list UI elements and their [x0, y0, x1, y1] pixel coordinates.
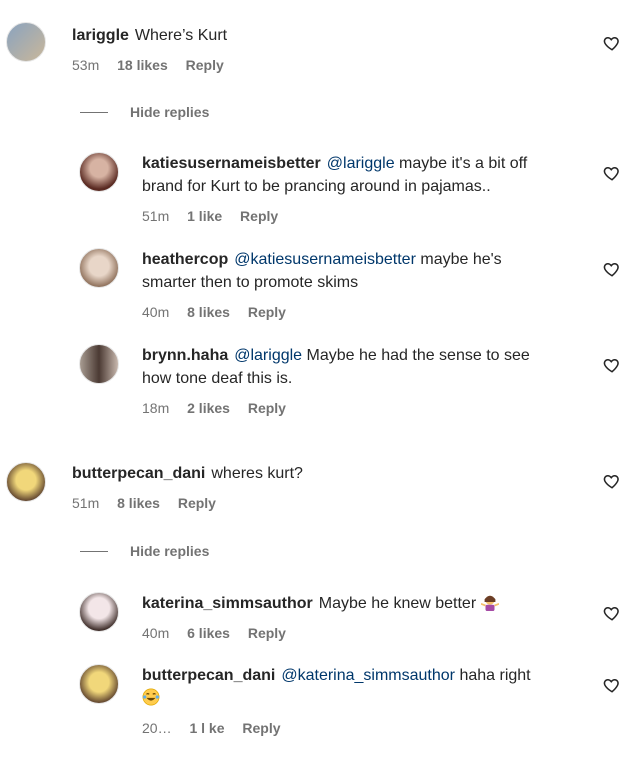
reply-username[interactable]: katiesusernameisbetter	[142, 155, 321, 172]
avatar[interactable]	[6, 462, 46, 502]
reply-text: how tone deaf this is.	[142, 370, 293, 387]
reply-meta: 18m 2 likes Reply	[142, 400, 530, 416]
heart-icon[interactable]	[603, 356, 621, 374]
reply-meta: 40m 8 likes Reply	[142, 304, 502, 320]
reply-text: maybe it's a bit off	[399, 155, 528, 172]
mention-link[interactable]: @lariggle	[327, 155, 395, 172]
comment-text: wheres kurt?	[211, 465, 303, 482]
woman-shrugging-emoji	[480, 595, 499, 611]
comment-meta: 51m 8 likes Reply	[72, 495, 303, 511]
reply-meta: 40m 6 likes Reply	[142, 625, 499, 641]
avatar[interactable]	[79, 248, 119, 288]
like-count[interactable]: 6 likes	[187, 625, 230, 641]
like-count[interactable]: 8 likes	[187, 304, 230, 320]
comment-username[interactable]: butterpecan_dani	[72, 465, 205, 482]
reply-meta: 20… 1 l ke Reply	[142, 720, 531, 736]
comment-meta: 53m 18 likes Reply	[72, 57, 238, 73]
mention-link[interactable]: @lariggle	[234, 347, 302, 364]
heart-icon[interactable]	[603, 34, 621, 52]
divider-line	[80, 111, 108, 113]
reply-button[interactable]: Reply	[178, 495, 216, 511]
laughing-tears-emoji	[142, 688, 160, 706]
reply-text: brand for Kurt to be prancing around in …	[142, 178, 491, 195]
reply-text: maybe he's	[420, 251, 502, 268]
reply-button[interactable]: Reply	[240, 208, 278, 224]
avatar[interactable]	[6, 22, 46, 62]
comment-time: 51m	[72, 495, 100, 511]
reply-username[interactable]: brynn.haha	[142, 347, 228, 364]
reply-time: 40m	[142, 625, 170, 641]
hide-replies-button[interactable]: Hide replies	[80, 543, 209, 559]
comment-username[interactable]: lariggle	[72, 27, 129, 44]
like-count[interactable]: 8 likes	[117, 495, 160, 511]
reply-button[interactable]: Reply	[186, 57, 224, 73]
reply-time: 18m	[142, 400, 170, 416]
avatar[interactable]	[79, 592, 119, 632]
avatar[interactable]	[79, 152, 119, 192]
reply-text: haha right	[459, 667, 531, 684]
heart-icon[interactable]	[603, 260, 621, 278]
heart-icon[interactable]	[603, 472, 621, 490]
reply-time: 40m	[142, 304, 170, 320]
reply-username[interactable]: heathercop	[142, 251, 228, 268]
comment-text: Where’s Kurt	[134, 27, 228, 44]
reply-button[interactable]: Reply	[248, 625, 286, 641]
reply-username[interactable]: katerina_simmsauthor	[142, 595, 313, 612]
heart-icon[interactable]	[603, 604, 621, 622]
heart-icon[interactable]	[603, 164, 621, 182]
reply-time: 20…	[142, 720, 172, 736]
reply-meta: 51m 1 like Reply	[142, 208, 527, 224]
divider-line	[80, 550, 108, 552]
reply-text: smarter then to promote skims	[142, 274, 359, 291]
like-count[interactable]: 1 like	[187, 208, 222, 224]
reply-text: Maybe he knew better	[318, 595, 477, 612]
like-count[interactable]: 2 likes	[187, 400, 230, 416]
avatar[interactable]	[79, 664, 119, 704]
like-count[interactable]: 18 likes	[117, 57, 168, 73]
reply-button[interactable]: Reply	[248, 400, 286, 416]
reply-button[interactable]: Reply	[242, 720, 280, 736]
reply-text: Maybe he had the sense to see	[306, 347, 530, 364]
comment-time: 53m	[72, 57, 100, 73]
mention-link[interactable]: @katerina_simmsauthor	[281, 667, 455, 684]
heart-icon[interactable]	[603, 676, 621, 694]
mention-link[interactable]: @katiesusernameisbetter	[234, 251, 416, 268]
reply-button[interactable]: Reply	[248, 304, 286, 320]
hide-replies-button[interactable]: Hide replies	[80, 104, 209, 120]
avatar[interactable]	[79, 344, 119, 384]
like-count[interactable]: 1 l ke	[189, 720, 224, 736]
reply-time: 51m	[142, 208, 170, 224]
reply-username[interactable]: butterpecan_dani	[142, 667, 275, 684]
